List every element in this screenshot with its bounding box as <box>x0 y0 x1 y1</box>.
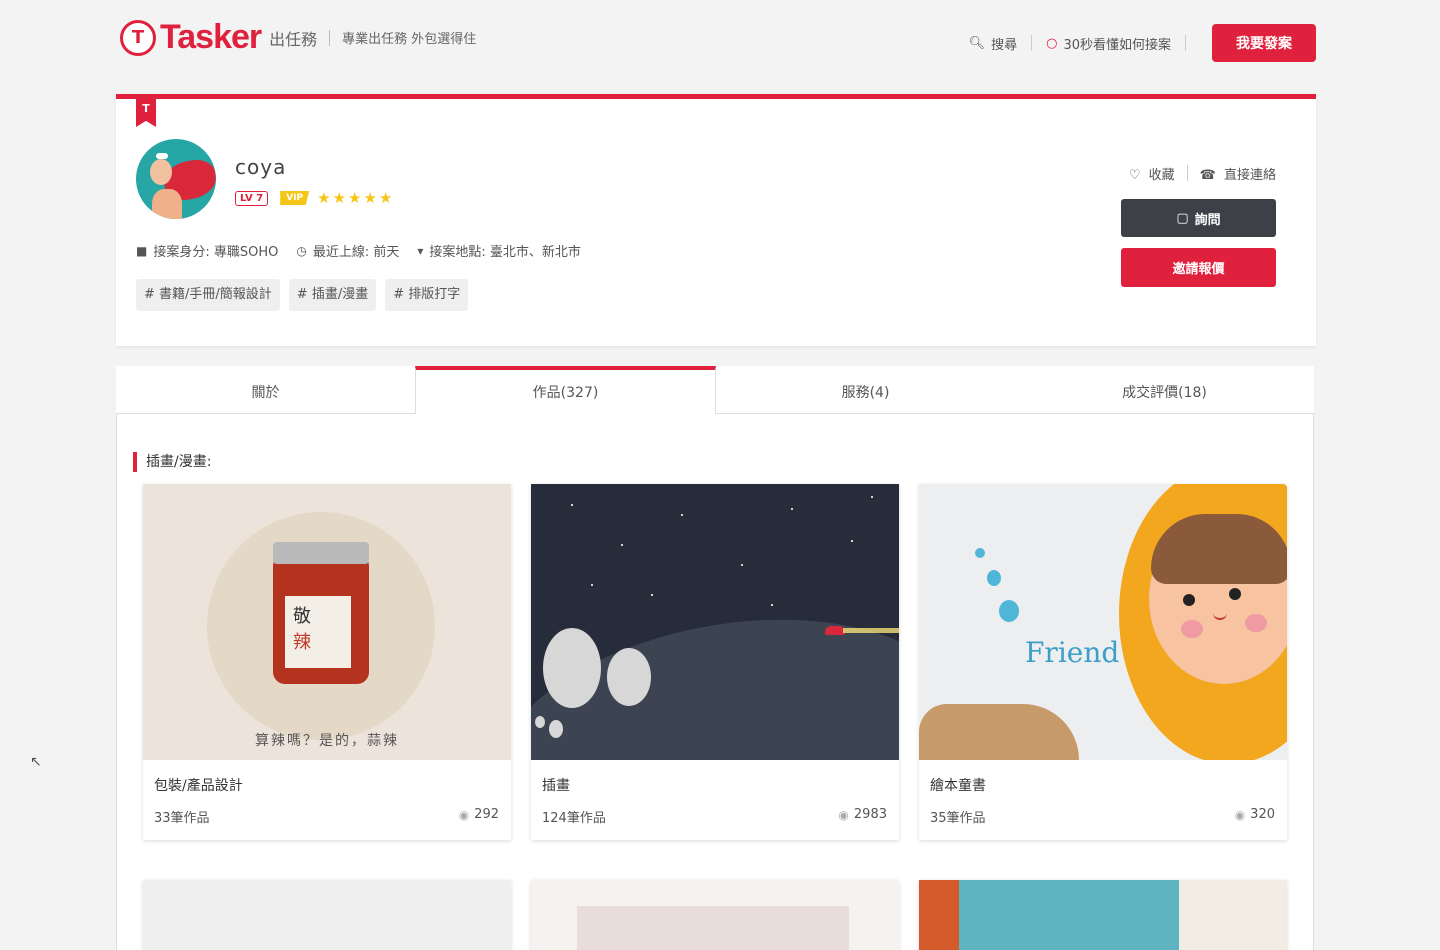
portfolio-thumbnail <box>143 880 511 950</box>
badges: LV 7 VIP ★★★★★ <box>235 189 394 207</box>
profile-actions: ♡ 收藏 ☎︎ 直接連絡 ▢ 詢問 邀請報價 <box>1121 163 1276 287</box>
section-title: 插畫/漫畫: <box>133 452 211 472</box>
portfolio-title: 繪本童書 <box>930 778 986 794</box>
profile-meta: ■ 接案身分: 專職SOHO ◷ 最近上線: 前天 ▾ 接案地點: 臺北市、新北… <box>136 241 599 261</box>
portfolio-card[interactable]: 插畫 124筆作品 ◉ 2983 <box>531 484 899 840</box>
logo-divider <box>329 29 331 46</box>
location-text: 接案地點: 臺北市、新北市 <box>429 245 581 260</box>
portfolio-thumbnail <box>919 880 1287 950</box>
clock-icon: ◷ <box>296 243 307 258</box>
nav-divider <box>1031 35 1033 51</box>
logo-chinese: 出任務 <box>269 29 318 49</box>
identity-text: 接案身分: 專職SOHO <box>153 245 279 260</box>
meta-identity: ■ 接案身分: 專職SOHO <box>136 241 279 261</box>
star-rating: ★★★★★ <box>317 189 395 207</box>
post-job-button[interactable]: 我要發案 <box>1212 24 1316 62</box>
eye-icon: ◉ <box>838 807 849 822</box>
search-label: 搜尋 <box>991 37 1018 53</box>
thumbnail-caption: 算辣嗎？是的，蒜辣 <box>255 733 399 749</box>
contact-label: 直接連絡 <box>1223 167 1276 183</box>
portfolio-title: 插畫 <box>542 778 570 794</box>
phone-icon: ☎︎ <box>1199 167 1216 183</box>
favorite-link[interactable]: ♡ 收藏 <box>1129 164 1175 183</box>
portfolio-card[interactable]: Friend 繪本童書 35筆作品 ◉ 320 <box>919 484 1287 840</box>
ask-label: 詢問 <box>1194 212 1221 228</box>
portfolio-views: ◉ 292 <box>459 807 499 822</box>
views-count: 320 <box>1250 807 1275 822</box>
portfolio-thumbnail: Friend <box>919 484 1287 760</box>
skill-tags: # 書籍/手冊/簡報設計 # 插畫/漫畫 # 排版打字 <box>136 279 477 311</box>
thumbnail-art-text: Friend <box>1025 636 1120 669</box>
logo-mark: T <box>120 19 156 56</box>
portfolio-thumbnail <box>531 880 899 950</box>
profile-tabs: 關於 作品(327) 服務(4) 成交評價(18) <box>116 366 1314 414</box>
bookmark-ribbon: T <box>136 99 156 127</box>
map-pin-icon: ▾ <box>417 243 424 258</box>
invite-quote-button[interactable]: 邀請報價 <box>1121 248 1276 287</box>
level-badge: LV 7 <box>235 190 269 206</box>
jar-art-text: 敬 辣 <box>293 606 311 653</box>
portfolio-count: 33筆作品 <box>154 811 210 826</box>
portfolio-views: ◉ 320 <box>1235 807 1275 822</box>
views-count: 292 <box>474 807 499 822</box>
user-icon: ■ <box>136 243 148 258</box>
action-links: ♡ 收藏 ☎︎ 直接連絡 <box>1121 163 1276 183</box>
portfolio-card[interactable]: 敬 辣 算辣嗎？是的，蒜辣 包裝/產品設計 33筆作品 ◉ 292 <box>143 484 511 840</box>
favorite-label: 收藏 <box>1148 167 1175 183</box>
portfolio-card[interactable] <box>143 880 511 950</box>
logo-wordmark: Tasker <box>160 18 262 56</box>
skill-tag[interactable]: # 排版打字 <box>385 279 469 311</box>
tab-about[interactable]: 關於 <box>116 366 415 413</box>
header-nav: 🔍︎ 搜尋 ○ 30秒看懂如何接案 我要發案 <box>969 24 1316 62</box>
vip-badge: VIP <box>280 191 310 205</box>
meta-location: ▾ 接案地點: 臺北市、新北市 <box>417 241 581 261</box>
skill-tag[interactable]: # 插畫/漫畫 <box>288 279 377 311</box>
meta-last-online: ◷ 最近上線: 前天 <box>296 241 400 261</box>
tab-services[interactable]: 服務(4) <box>716 366 1015 413</box>
portfolio-count: 124筆作品 <box>542 811 606 826</box>
profile-card: T coya LV 7 VIP ★★★★★ ■ 接案身分: 專職SOHO ◷ 最… <box>116 94 1316 346</box>
how-to-label: 30秒看懂如何接案 <box>1063 37 1171 53</box>
eye-icon: ◉ <box>1234 807 1246 822</box>
portfolio-thumbnail: 敬 辣 算辣嗎？是的，蒜辣 <box>143 484 511 760</box>
portfolio-count: 35筆作品 <box>930 811 986 826</box>
nav-divider <box>1185 35 1186 51</box>
works-panel: 插畫/漫畫: 敬 辣 算辣嗎？是的，蒜辣 包裝/產品設計 33筆作品 ◉ 292 <box>116 414 1314 950</box>
portfolio-views: ◉ 2983 <box>838 807 887 822</box>
site-logo[interactable]: T Tasker 出任務 專業出任務 外包選得住 <box>120 18 476 57</box>
tab-works[interactable]: 作品(327) <box>415 366 716 414</box>
how-to-link[interactable]: ○ 30秒看懂如何接案 <box>1046 34 1171 53</box>
last-online-text: 最近上線: 前天 <box>312 245 400 260</box>
ask-button[interactable]: ▢ 詢問 <box>1121 199 1276 237</box>
portfolio-card[interactable] <box>531 880 899 950</box>
portfolio-title: 包裝/產品設計 <box>154 778 243 794</box>
action-divider <box>1186 165 1188 181</box>
logo-slogan: 專業出任務 外包選得住 <box>342 32 477 47</box>
heart-icon: ♡ <box>1128 167 1141 183</box>
avatar <box>136 139 216 219</box>
eye-icon: ◉ <box>458 807 470 822</box>
chat-icon: ▢ <box>1176 210 1189 226</box>
skill-tag[interactable]: # 書籍/手冊/簡報設計 <box>136 279 280 311</box>
search-link[interactable]: 🔍︎ 搜尋 <box>969 34 1018 53</box>
username: coya <box>235 155 287 179</box>
portfolio-thumbnail <box>531 484 899 760</box>
tab-reviews[interactable]: 成交評價(18) <box>1015 366 1314 413</box>
site-header: T Tasker 出任務 專業出任務 外包選得住 🔍︎ 搜尋 ○ 30秒看懂如何… <box>0 0 1440 86</box>
portfolio-card[interactable] <box>919 880 1287 950</box>
search-icon: 🔍︎ <box>968 35 986 51</box>
contact-link[interactable]: ☎︎ 直接連絡 <box>1200 164 1276 183</box>
views-count: 2983 <box>853 807 887 822</box>
lightbulb-icon: ○ <box>1046 35 1058 51</box>
mouse-cursor-icon: ↖ <box>30 754 42 770</box>
